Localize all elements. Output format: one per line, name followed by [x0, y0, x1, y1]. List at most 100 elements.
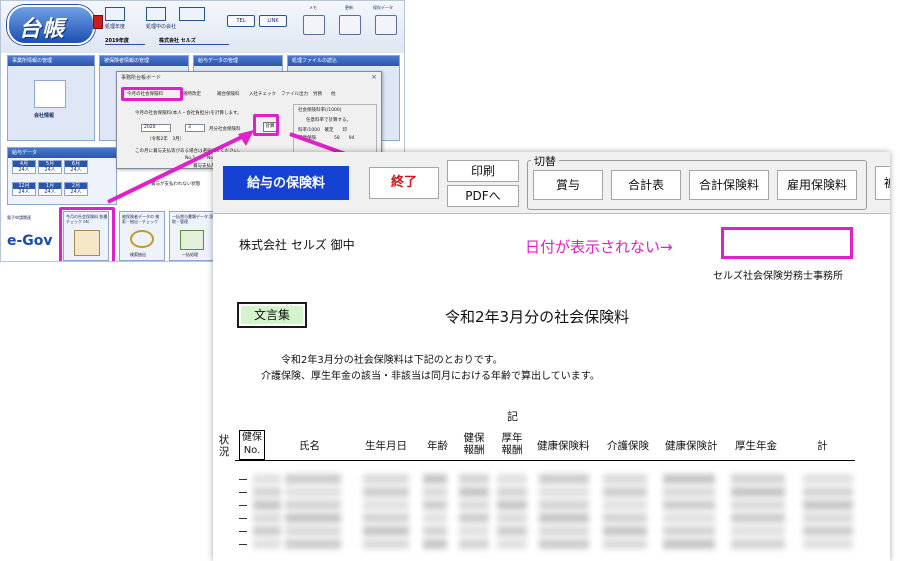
report-body: 株式会社 セルズ 御中 日付が表示されない→ セルズ社会保険労務士事務所 文言集… [213, 214, 890, 561]
redacted-cell [459, 513, 489, 523]
redacted-cell [603, 487, 647, 497]
header-rule [235, 460, 855, 461]
redacted-cell [253, 500, 281, 510]
redacted-cell [497, 526, 527, 536]
redacted-cell [497, 487, 527, 497]
redacted-cell [423, 539, 447, 549]
redacted-cell [663, 474, 715, 484]
redacted-cell [285, 500, 341, 510]
redacted-cell [663, 487, 715, 497]
header-no: 健保No. [239, 430, 265, 460]
row-marker [239, 544, 247, 545]
redacted-cell [603, 474, 647, 484]
redacted-cell [603, 526, 647, 536]
redacted-cell [803, 474, 853, 484]
body-line-2: 介護保険、厚生年金の該当・非該当は同月における年齢で算出しています。 [261, 371, 600, 382]
redacted-cell [423, 513, 447, 523]
row-marker [239, 505, 247, 506]
redacted-cell [285, 539, 341, 549]
more-button[interactable]: 被 [875, 166, 890, 200]
redacted-cell [731, 487, 785, 497]
redacted-cell [253, 526, 281, 536]
redacted-cell [423, 474, 447, 484]
redacted-cell [459, 526, 489, 536]
redacted-cell [459, 487, 489, 497]
redacted-cell [731, 474, 785, 484]
phrases-button[interactable]: 文言集 [237, 302, 307, 328]
redacted-cell [803, 487, 853, 497]
header-status: 状況 [218, 434, 230, 458]
report-window: 給与の保険料 終了 印刷 PDFへ 切替 賞与 合計表 合計保険料 雇用保険料 … [213, 152, 890, 561]
redacted-cell [253, 487, 281, 497]
redacted-cell [663, 500, 715, 510]
header-birth: 生年月日 [365, 440, 407, 452]
row-marker [239, 531, 247, 532]
redacted-cell [603, 500, 647, 510]
redacted-cell [363, 539, 409, 549]
redacted-cell [539, 487, 589, 497]
redacted-cell [539, 526, 589, 536]
header-age: 年齢 [427, 440, 448, 452]
redacted-cell [731, 539, 785, 549]
header-kenpo-ryo: 健康保険料 [537, 440, 590, 452]
redacted-cell [663, 526, 715, 536]
redacted-cell [539, 500, 589, 510]
switch-label: 切替 [531, 153, 559, 169]
redacted-cell [731, 500, 785, 510]
end-button[interactable]: 終了 [369, 167, 439, 199]
header-name: 氏名 [299, 440, 320, 452]
header-total: 計 [817, 440, 828, 452]
redacted-cell [497, 513, 527, 523]
redacted-cell [803, 539, 853, 549]
report-toolbar: 給与の保険料 終了 印刷 PDFへ 切替 賞与 合計表 合計保険料 雇用保険料 … [213, 152, 890, 214]
redacted-cell [423, 526, 447, 536]
redacted-cell [363, 474, 409, 484]
total-table-button[interactable]: 合計表 [611, 170, 681, 200]
redacted-cell [253, 513, 281, 523]
redacted-cell [803, 526, 853, 536]
row-marker [239, 492, 247, 493]
redacted-cell [603, 513, 647, 523]
redacted-cell [285, 474, 341, 484]
redacted-cell [363, 487, 409, 497]
header-kounen-hoshu: 厚年報酬 [501, 432, 523, 456]
redacted-cell [459, 500, 489, 510]
redacted-cell [285, 526, 341, 536]
pdf-button[interactable]: PDFへ [447, 185, 519, 207]
date-note: 日付が表示されない→ [525, 238, 673, 256]
redacted-cell [363, 526, 409, 536]
employment-insurance-button[interactable]: 雇用保険料 [777, 170, 857, 200]
redacted-cell [731, 513, 785, 523]
redacted-cell [663, 539, 715, 549]
redacted-cell [603, 539, 647, 549]
redacted-cell [497, 500, 527, 510]
redacted-cell [497, 539, 527, 549]
redacted-cell [423, 500, 447, 510]
redacted-cell [539, 474, 589, 484]
row-marker [239, 518, 247, 519]
redacted-cell [803, 500, 853, 510]
header-kenpo-kei: 健康保険計 [665, 440, 718, 452]
bonus-button[interactable]: 賞与 [533, 170, 603, 200]
redacted-cell [497, 474, 527, 484]
body-line-1: 令和2年3月分の社会保険料は下記のとおりです。 [281, 355, 503, 366]
print-button[interactable]: 印刷 [447, 160, 519, 182]
header-kaigo: 介護保険 [607, 440, 649, 452]
redacted-cell [663, 513, 715, 523]
row-marker [239, 479, 247, 480]
redacted-cell [423, 487, 447, 497]
redacted-cell [253, 474, 281, 484]
redacted-cell [803, 513, 853, 523]
header-kenpo-hoshu: 健保報酬 [463, 432, 485, 456]
office-name: セルズ社会保険労務士事務所 [713, 271, 843, 282]
kyuyo-insurance-button[interactable]: 給与の保険料 [223, 166, 349, 200]
redacted-cell [363, 500, 409, 510]
company-name: 株式会社 セルズ 御中 [239, 238, 355, 252]
redacted-cell [459, 539, 489, 549]
redacted-cell [363, 513, 409, 523]
redacted-cell [731, 526, 785, 536]
date-highlight-box [721, 227, 853, 259]
total-insurance-button[interactable]: 合計保険料 [689, 170, 769, 200]
document-title: 令和2年3月分の社会保険料 [445, 308, 630, 326]
header-kousei: 厚生年金 [735, 440, 777, 452]
